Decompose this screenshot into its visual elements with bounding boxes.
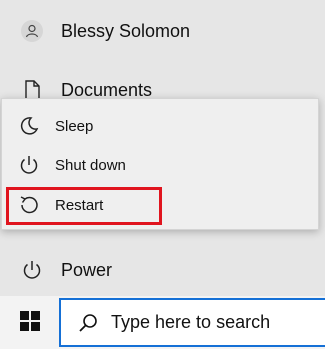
search-icon bbox=[77, 312, 99, 334]
user-avatar-icon bbox=[21, 20, 43, 42]
shut-down-label: Shut down bbox=[55, 156, 126, 174]
search-box[interactable]: Type here to search bbox=[59, 298, 325, 347]
power-icon bbox=[21, 259, 43, 281]
windows-logo-icon bbox=[20, 310, 40, 336]
restart-highlight-box bbox=[6, 187, 162, 225]
moon-icon bbox=[18, 115, 40, 137]
power-item[interactable]: Power bbox=[0, 250, 325, 290]
power-icon bbox=[18, 154, 40, 176]
taskbar: Type here to search bbox=[0, 296, 325, 349]
sleep-label: Sleep bbox=[55, 117, 94, 135]
sleep-option[interactable]: Sleep bbox=[2, 106, 318, 146]
power-label: Power bbox=[61, 259, 113, 280]
search-placeholder: Type here to search bbox=[111, 312, 271, 332]
user-name: Blessy Solomon bbox=[61, 20, 191, 41]
start-button[interactable] bbox=[12, 308, 48, 338]
power-options-menu: Sleep Shut down Restart bbox=[1, 98, 319, 230]
shut-down-option[interactable]: Shut down bbox=[2, 145, 318, 185]
user-account-item[interactable]: Blessy Solomon bbox=[0, 11, 325, 51]
